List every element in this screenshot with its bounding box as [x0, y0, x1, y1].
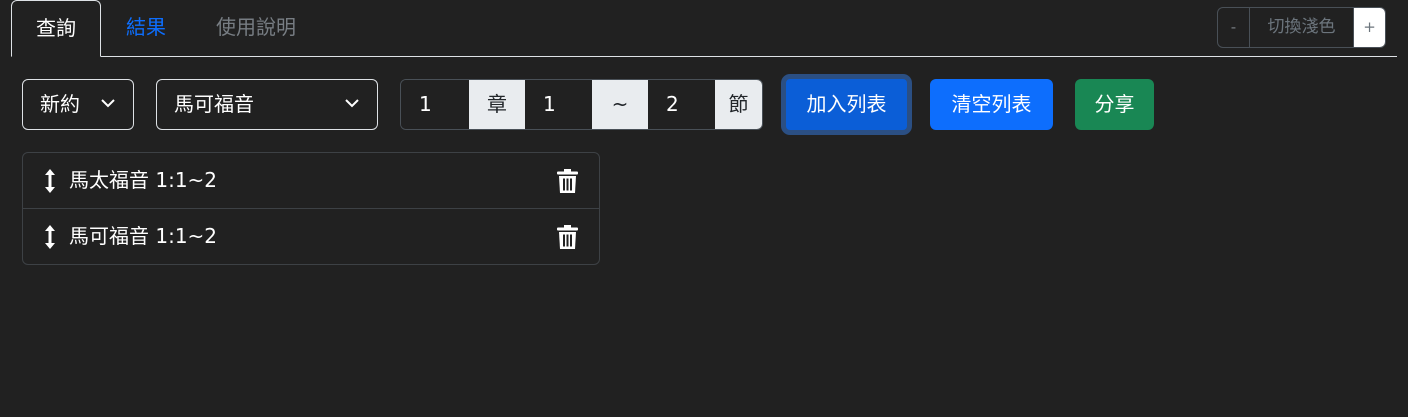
nav-tabs: 查詢 結果 使用說明: [11, 0, 1397, 57]
theme-toggle-button[interactable]: 切換淺色: [1249, 8, 1354, 47]
list-item-label: 馬太福音 1:1~2: [69, 168, 218, 192]
chevron-down-icon: [345, 99, 359, 108]
list-item[interactable]: 馬可福音 1:1~2: [23, 209, 599, 264]
verse-start-input[interactable]: 1: [525, 80, 592, 129]
tab-query[interactable]: 查詢: [11, 0, 101, 57]
testament-select-value: 新約: [40, 92, 80, 116]
share-button[interactable]: 分享: [1075, 79, 1154, 130]
testament-select[interactable]: 新約: [22, 79, 134, 130]
theme-toggle-group: - 切換淺色 +: [1217, 7, 1386, 48]
trash-icon[interactable]: [557, 169, 578, 193]
chapter-input[interactable]: 1: [401, 80, 469, 129]
passage-list: 馬太福音 1:1~2 馬可福音 1:1~2: [22, 152, 600, 265]
book-select[interactable]: 馬可福音: [156, 79, 378, 130]
list-item-label: 馬可福音 1:1~2: [69, 224, 218, 248]
book-select-value: 馬可福音: [174, 92, 254, 116]
range-separator: ~: [592, 80, 648, 129]
chevron-down-icon: [101, 99, 115, 108]
drag-handle-icon[interactable]: [43, 168, 57, 194]
theme-decrease-button[interactable]: -: [1218, 8, 1249, 47]
list-item[interactable]: 馬太福音 1:1~2: [23, 153, 599, 209]
clear-list-button[interactable]: 清空列表: [930, 79, 1053, 130]
add-to-list-button[interactable]: 加入列表: [781, 74, 912, 135]
trash-icon[interactable]: [557, 225, 578, 249]
verse-end-input[interactable]: 2: [648, 80, 715, 129]
chapter-label: 章: [469, 80, 525, 129]
theme-increase-button[interactable]: +: [1354, 8, 1385, 47]
tab-results[interactable]: 結果: [111, 0, 181, 57]
tab-instructions[interactable]: 使用說明: [201, 0, 311, 57]
verse-range-group: 1 章 1 ~ 2 節: [400, 79, 763, 130]
verse-label: 節: [715, 80, 762, 129]
drag-handle-icon[interactable]: [43, 224, 57, 250]
